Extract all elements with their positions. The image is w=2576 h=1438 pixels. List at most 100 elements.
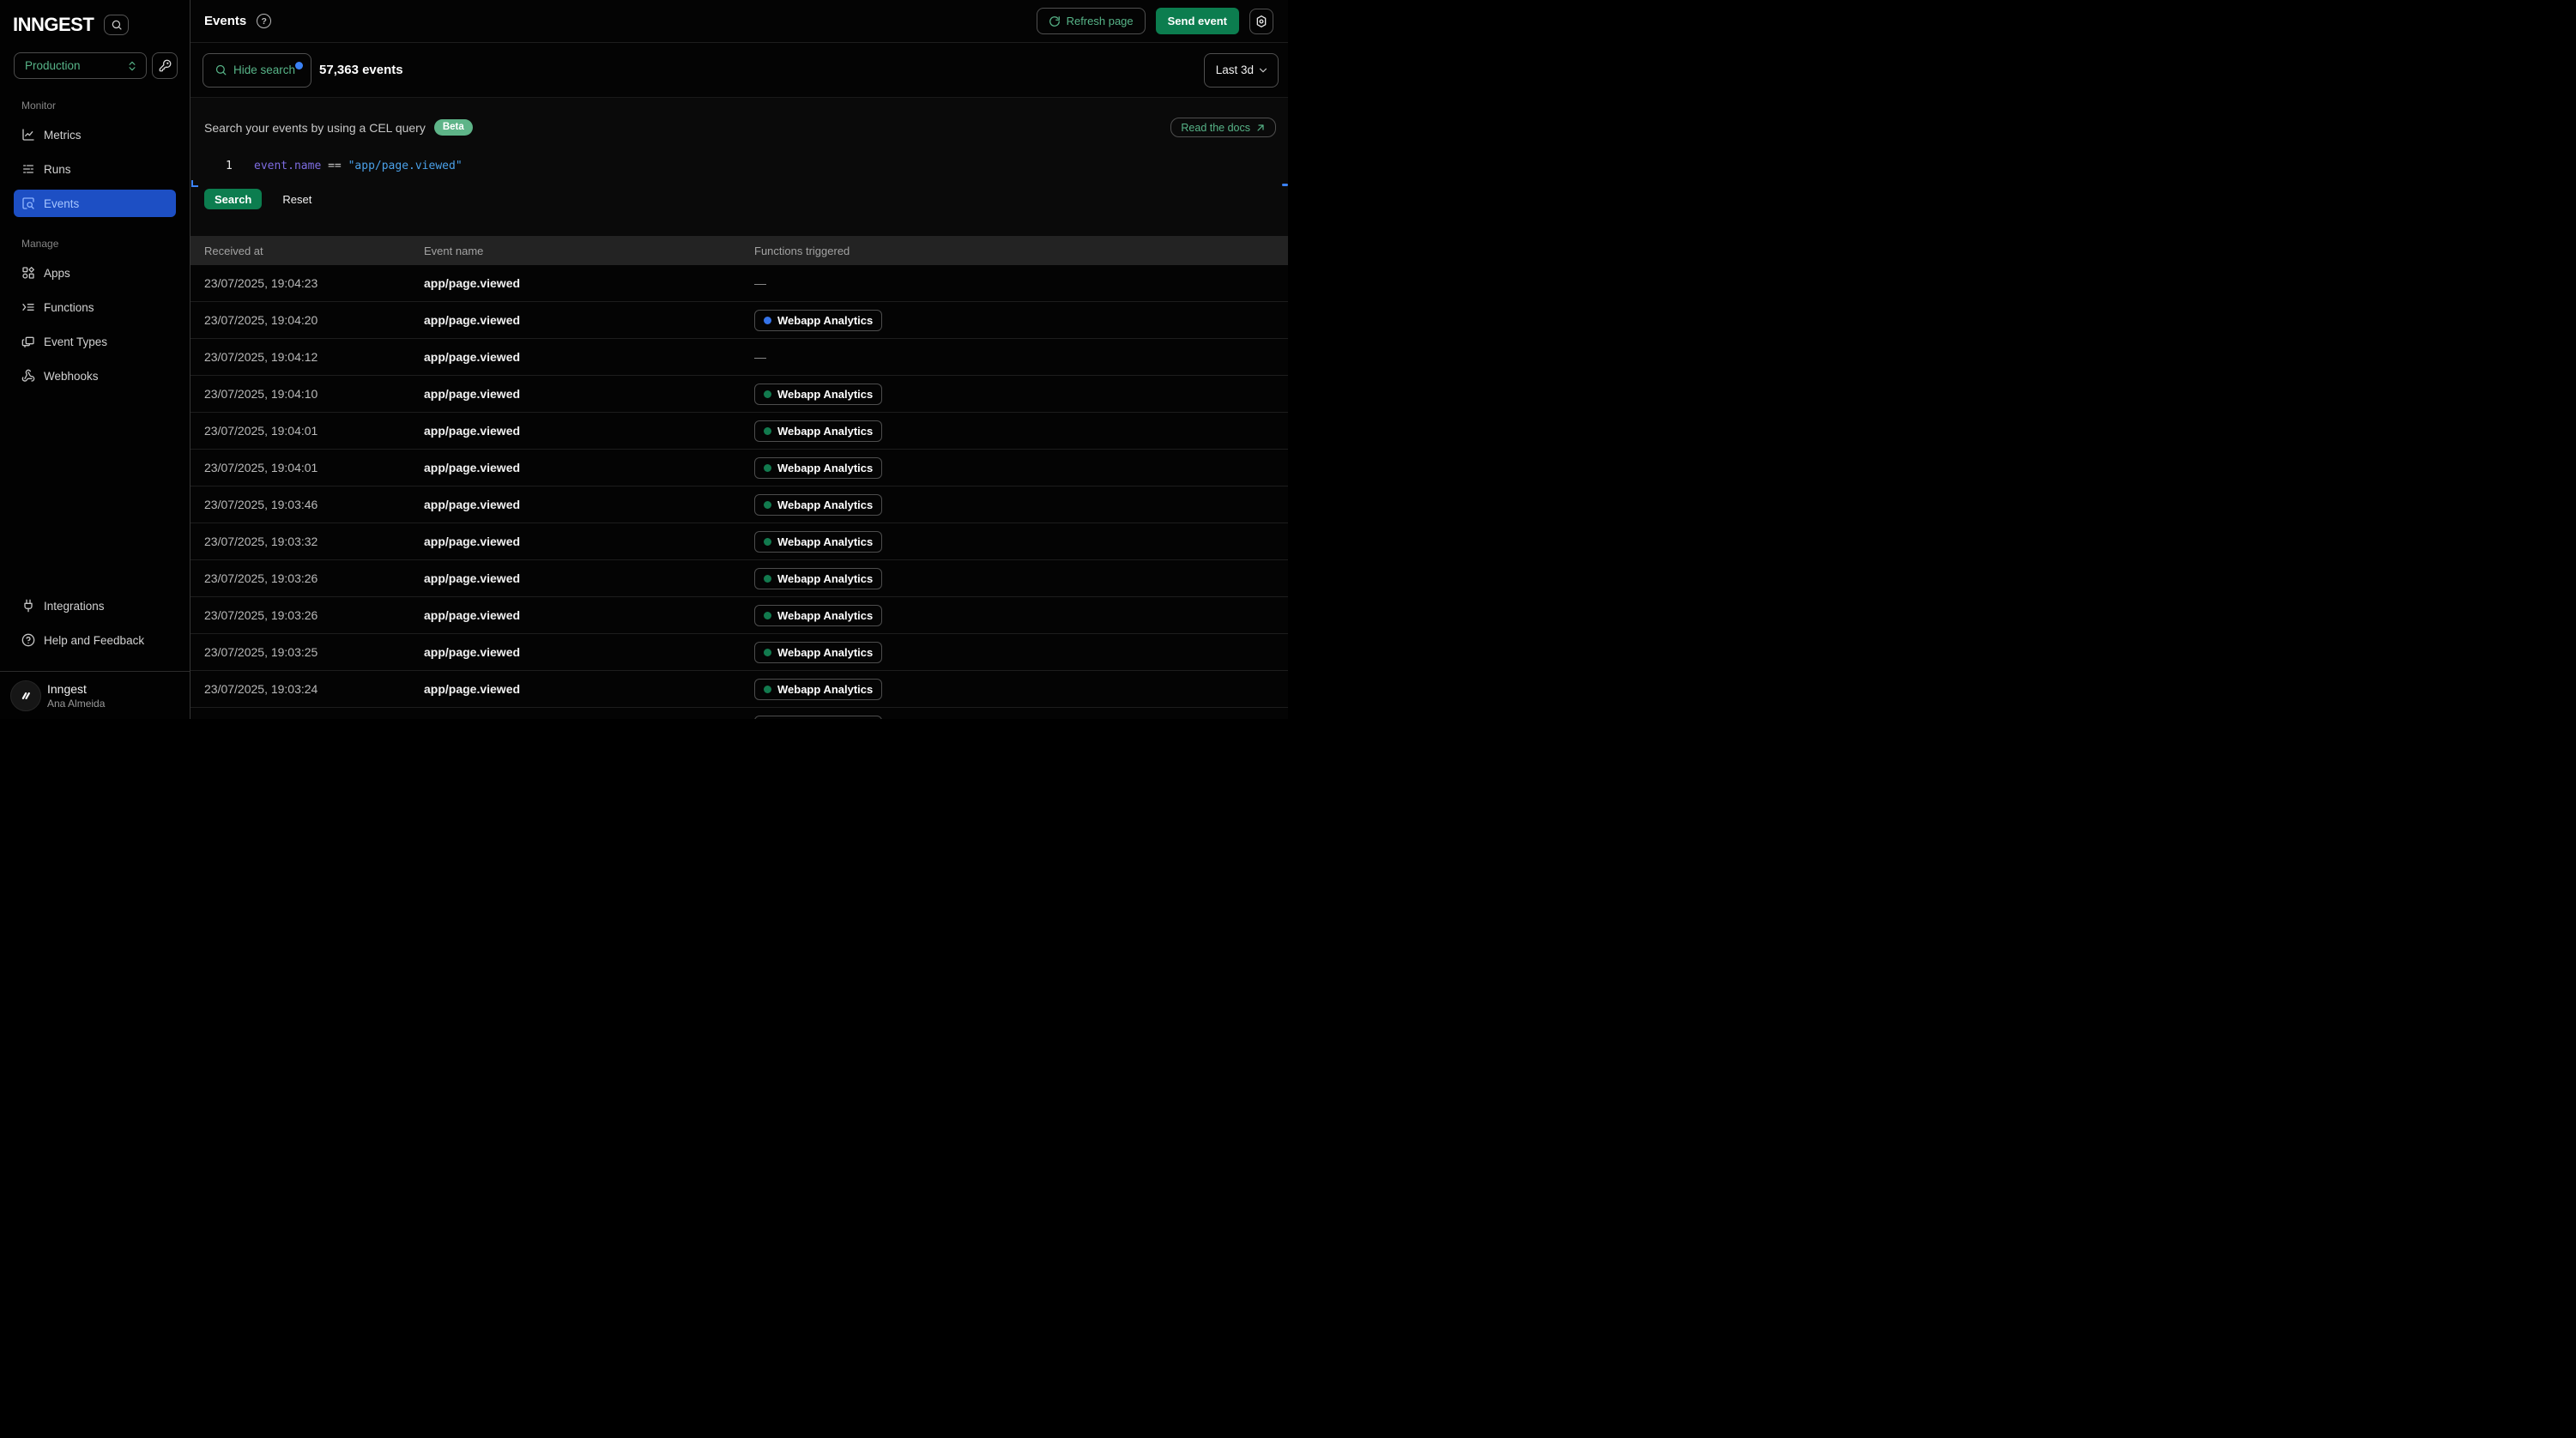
table-row[interactable]: 23/07/2025, 19:03:23 app/page.viewed Web… — [190, 708, 1288, 719]
status-dot-green — [764, 575, 771, 583]
event-name-cell: app/page.viewed — [424, 461, 754, 474]
table-row[interactable]: 23/07/2025, 19:04:10 app/page.viewed Web… — [190, 376, 1288, 413]
functions-cell: Webapp Analytics — [754, 605, 1288, 626]
line-chart-icon — [21, 128, 35, 142]
table-row[interactable]: 23/07/2025, 19:04:12 app/page.viewed — — [190, 339, 1288, 376]
function-badge[interactable]: Webapp Analytics — [754, 384, 882, 405]
table-row[interactable]: 23/07/2025, 19:03:25 app/page.viewed Web… — [190, 634, 1288, 671]
received-at-cell: 23/07/2025, 19:04:01 — [204, 424, 424, 438]
nav-section-manage: Manage — [21, 238, 176, 250]
search-icon — [215, 63, 227, 76]
sidebar-item-event-types[interactable]: Event Types — [14, 328, 176, 355]
sidebar-item-integrations[interactable]: Integrations — [14, 592, 176, 619]
table-row[interactable]: 23/07/2025, 19:03:26 app/page.viewed Web… — [190, 597, 1288, 634]
time-range-value: Last 3d — [1216, 63, 1254, 76]
functions-cell: Webapp Analytics — [754, 568, 1288, 589]
event-keys-button[interactable] — [152, 52, 178, 79]
sidebar-item-apps[interactable]: Apps — [14, 259, 176, 287]
sidebar-item-metrics[interactable]: Metrics — [14, 121, 176, 148]
function-badge[interactable]: Webapp Analytics — [754, 642, 882, 663]
cel-query-text: event.name == "app/page.viewed" — [254, 160, 463, 172]
sidebar-item-runs[interactable]: Runs — [14, 155, 176, 183]
apps-shapes-icon — [21, 266, 35, 280]
function-badge[interactable]: Webapp Analytics — [754, 420, 882, 442]
help-circle-icon — [21, 633, 35, 647]
function-badge-label: Webapp Analytics — [777, 462, 873, 474]
status-dot-green — [764, 612, 771, 619]
read-the-docs-button[interactable]: Read the docs — [1170, 118, 1276, 137]
cel-code-editor[interactable]: 1 event.name == "app/page.viewed" — [204, 160, 1276, 172]
sidebar-item-label: Event Types — [44, 335, 107, 348]
time-range-select[interactable]: Last 3d — [1204, 53, 1279, 88]
refresh-page-button[interactable]: Refresh page — [1037, 8, 1146, 34]
sidebar-item-label: Webhooks — [44, 370, 99, 383]
function-badge[interactable]: Webapp Analytics — [754, 605, 882, 626]
function-badge[interactable]: Webapp Analytics — [754, 494, 882, 516]
functions-cell: Webapp Analytics — [754, 494, 1288, 516]
events-help-icon[interactable]: ? — [257, 14, 271, 28]
sidebar-item-webhooks[interactable]: Webhooks — [14, 362, 176, 390]
account-text: Inngest Ana Almeida — [47, 682, 105, 710]
functions-cell: Webapp Analytics — [754, 642, 1288, 663]
account-switcher[interactable]: Inngest Ana Almeida — [0, 671, 190, 719]
column-header-event-name: Event name — [424, 245, 754, 257]
table-row[interactable]: 23/07/2025, 19:04:23 app/page.viewed — — [190, 265, 1288, 302]
event-name-cell: app/page.viewed — [424, 498, 754, 511]
function-badge[interactable]: Webapp Analytics — [754, 716, 882, 720]
functions-cell: Webapp Analytics — [754, 420, 1288, 442]
event-name-cell: app/page.viewed — [424, 424, 754, 438]
column-header-received-at: Received at — [204, 245, 424, 257]
event-name-cell: app/page.viewed — [424, 387, 754, 401]
sidebar-item-label: Integrations — [44, 600, 105, 613]
sidebar-item-label: Functions — [44, 301, 94, 314]
environment-row: Production — [0, 36, 190, 79]
column-header-functions-triggered: Functions triggered — [754, 245, 1288, 257]
events-table: Received at Event name Functions trigger… — [190, 236, 1288, 719]
event-name-cell: app/page.viewed — [424, 313, 754, 327]
global-search-button[interactable] — [104, 15, 129, 35]
sidebar-item-functions[interactable]: Functions — [14, 293, 176, 321]
received-at-cell: 23/07/2025, 19:04:12 — [204, 350, 424, 364]
received-at-cell: 23/07/2025, 19:03:24 — [204, 682, 424, 696]
events-count: 57,363 events — [319, 63, 403, 77]
table-row[interactable]: 23/07/2025, 19:03:24 app/page.viewed Web… — [190, 671, 1288, 708]
status-dot-green — [764, 538, 771, 546]
function-badge[interactable]: Webapp Analytics — [754, 457, 882, 479]
function-badge-label: Webapp Analytics — [777, 425, 873, 438]
settings-button[interactable] — [1249, 9, 1273, 34]
event-search-icon — [21, 196, 35, 210]
page-title: Events — [204, 14, 246, 28]
send-event-button[interactable]: Send event — [1156, 8, 1239, 34]
functions-cell: Webapp Analytics — [754, 531, 1288, 553]
table-row[interactable]: 23/07/2025, 19:03:26 app/page.viewed Web… — [190, 560, 1288, 597]
functions-cell: — — [754, 350, 1288, 364]
table-row[interactable]: 23/07/2025, 19:03:32 app/page.viewed Web… — [190, 523, 1288, 560]
event-name-cell: app/page.viewed — [424, 645, 754, 659]
search-button[interactable]: Search — [204, 189, 262, 209]
hide-search-button[interactable]: Hide search — [203, 53, 311, 88]
received-at-cell: 23/07/2025, 19:04:20 — [204, 313, 424, 327]
sidebar-item-help[interactable]: Help and Feedback — [14, 626, 176, 654]
function-badge[interactable]: Webapp Analytics — [754, 679, 882, 700]
functions-icon — [21, 300, 35, 314]
function-badge[interactable]: Webapp Analytics — [754, 568, 882, 589]
event-name-cell: app/page.viewed — [424, 571, 754, 585]
functions-cell: Webapp Analytics — [754, 716, 1288, 720]
beta-badge: Beta — [434, 119, 473, 136]
event-types-icon — [21, 335, 35, 348]
code-property: event.name — [254, 160, 321, 172]
empty-dash: — — [754, 276, 766, 290]
status-dot-green — [764, 649, 771, 656]
function-badge[interactable]: Webapp Analytics — [754, 310, 882, 331]
environment-select[interactable]: Production — [14, 52, 147, 79]
reset-button-label: Reset — [282, 193, 311, 206]
table-row[interactable]: 23/07/2025, 19:04:01 app/page.viewed Web… — [190, 413, 1288, 450]
table-row[interactable]: 23/07/2025, 19:04:20 app/page.viewed Web… — [190, 302, 1288, 339]
function-badge[interactable]: Webapp Analytics — [754, 531, 882, 553]
reset-button[interactable]: Reset — [282, 193, 311, 206]
sidebar-item-events[interactable]: Events — [14, 190, 176, 217]
sidebar-nav: Monitor Metrics Runs Events Manage — [0, 79, 190, 396]
received-at-cell: 23/07/2025, 19:03:46 — [204, 498, 424, 511]
table-row[interactable]: 23/07/2025, 19:03:46 app/page.viewed Web… — [190, 486, 1288, 523]
table-row[interactable]: 23/07/2025, 19:04:01 app/page.viewed Web… — [190, 450, 1288, 486]
